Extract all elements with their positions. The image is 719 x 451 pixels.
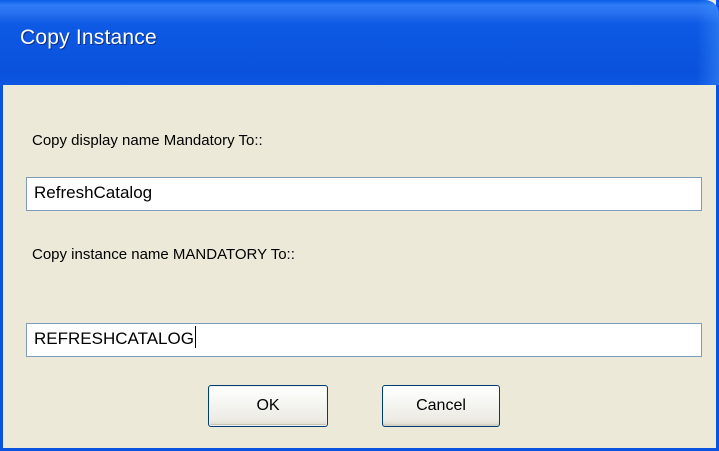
dialog-body: Copy display name Mandatory To:: Refresh… [3,85,716,448]
display-name-label: Copy display name Mandatory To:: [32,132,263,149]
copy-instance-dialog: Copy Instance Copy display name Mandator… [0,0,719,451]
instance-name-label: Copy instance name MANDATORY To:: [32,246,295,263]
dialog-title: Copy Instance [20,26,157,49]
title-bar[interactable]: Copy Instance [0,0,719,85]
ok-button[interactable]: OK [208,385,328,427]
text-caret [194,326,196,348]
display-name-input[interactable]: RefreshCatalog [26,177,702,211]
instance-name-value: REFRESHCATALOG [34,329,194,348]
instance-name-input[interactable]: REFRESHCATALOG [26,323,702,357]
display-name-value: RefreshCatalog [34,183,153,202]
cancel-button[interactable]: Cancel [382,385,500,427]
